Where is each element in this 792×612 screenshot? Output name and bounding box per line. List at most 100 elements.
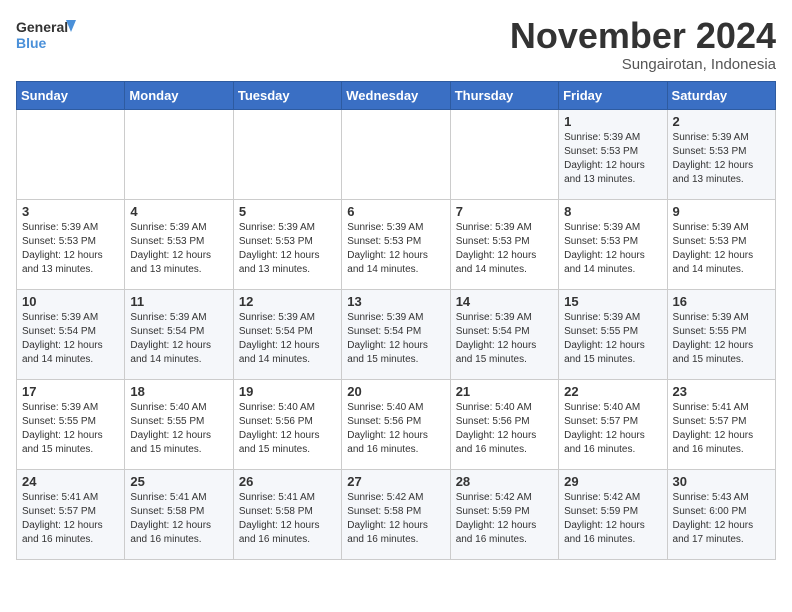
- day-info: Sunrise: 5:39 AMSunset: 5:53 PMDaylight:…: [456, 221, 553, 277]
- calendar-cell: 25 Sunrise: 5:41 AMSunset: 5:58 PMDayligh…: [125, 469, 233, 559]
- calendar-cell: 9 Sunrise: 5:39 AMSunset: 5:53 PMDaylight…: [667, 199, 775, 289]
- day-number: 3: [22, 204, 119, 219]
- day-number: 1: [564, 114, 661, 129]
- day-info: Sunrise: 5:39 AMSunset: 5:53 PMDaylight:…: [239, 221, 336, 277]
- calendar-cell: 14Sunrise: 5:39 AMSunset: 5:54 PMDayligh…: [450, 289, 558, 379]
- day-info: Sunrise: 5:39 AMSunset: 5:53 PMDaylight:…: [22, 221, 119, 277]
- calendar-cell: 26 Sunrise: 5:41 AMSunset: 5:58 PMDayligh…: [233, 469, 341, 559]
- calendar-cell: 2 Sunrise: 5:39 AMSunset: 5:53 PMDaylight…: [667, 109, 775, 199]
- day-number: 7: [456, 204, 553, 219]
- day-number: 21: [456, 384, 553, 399]
- day-number: 4: [130, 204, 227, 219]
- calendar-cell: 28 Sunrise: 5:42 AMSunset: 5:59 PMDayligh…: [450, 469, 558, 559]
- calendar-cell: 6Sunrise: 5:39 AMSunset: 5:53 PMDaylight…: [342, 199, 450, 289]
- month-title: November 2024: [510, 16, 776, 56]
- calendar-cell: 27 Sunrise: 5:42 AMSunset: 5:58 PMDayligh…: [342, 469, 450, 559]
- day-number: 23: [673, 384, 770, 399]
- calendar-cell: 13Sunrise: 5:39 AMSunset: 5:54 PMDayligh…: [342, 289, 450, 379]
- title-block: November 2024 Sungairotan, Indonesia: [510, 16, 776, 73]
- logo: General Blue: [16, 16, 76, 60]
- day-info: Sunrise: 5:39 AMSunset: 5:54 PMDaylight:…: [239, 311, 336, 367]
- calendar-cell: 18 Sunrise: 5:40 AMSunset: 5:55 PMDayligh…: [125, 379, 233, 469]
- svg-text:General: General: [16, 19, 68, 35]
- day-number: 27: [347, 474, 444, 489]
- day-number: 2: [673, 114, 770, 129]
- day-info: Sunrise: 5:42 AMSunset: 5:59 PMDaylight:…: [564, 491, 661, 547]
- day-number: 13: [347, 294, 444, 309]
- day-info: Sunrise: 5:40 AMSunset: 5:56 PMDaylight:…: [456, 401, 553, 457]
- column-header-tuesday: Tuesday: [233, 81, 341, 109]
- day-info: Sunrise: 5:41 AMSunset: 5:58 PMDaylight:…: [130, 491, 227, 547]
- day-info: Sunrise: 5:40 AMSunset: 5:56 PMDaylight:…: [239, 401, 336, 457]
- day-info: Sunrise: 5:39 AMSunset: 5:54 PMDaylight:…: [22, 311, 119, 367]
- day-number: 8: [564, 204, 661, 219]
- day-number: 10: [22, 294, 119, 309]
- day-number: 18: [130, 384, 227, 399]
- day-number: 5: [239, 204, 336, 219]
- calendar-table: SundayMondayTuesdayWednesdayThursdayFrid…: [16, 81, 776, 560]
- day-number: 30: [673, 474, 770, 489]
- calendar-cell: 11Sunrise: 5:39 AMSunset: 5:54 PMDayligh…: [125, 289, 233, 379]
- day-number: 28: [456, 474, 553, 489]
- calendar-cell: [450, 109, 558, 199]
- day-number: 9: [673, 204, 770, 219]
- calendar-cell: [17, 109, 125, 199]
- calendar-week-row: 3 Sunrise: 5:39 AMSunset: 5:53 PMDaylight…: [17, 199, 776, 289]
- day-number: 26: [239, 474, 336, 489]
- calendar-cell: 29 Sunrise: 5:42 AMSunset: 5:59 PMDayligh…: [559, 469, 667, 559]
- location-subtitle: Sungairotan, Indonesia: [510, 56, 776, 73]
- day-info: Sunrise: 5:40 AMSunset: 5:57 PMDaylight:…: [564, 401, 661, 457]
- calendar-cell: 12 Sunrise: 5:39 AMSunset: 5:54 PMDayligh…: [233, 289, 341, 379]
- calendar-cell: 17 Sunrise: 5:39 AMSunset: 5:55 PMDayligh…: [17, 379, 125, 469]
- day-info: Sunrise: 5:40 AMSunset: 5:55 PMDaylight:…: [130, 401, 227, 457]
- day-info: Sunrise: 5:41 AMSunset: 5:57 PMDaylight:…: [22, 491, 119, 547]
- calendar-cell: 16 Sunrise: 5:39 AMSunset: 5:55 PMDayligh…: [667, 289, 775, 379]
- column-header-sunday: Sunday: [17, 81, 125, 109]
- day-number: 12: [239, 294, 336, 309]
- calendar-cell: [233, 109, 341, 199]
- day-number: 16: [673, 294, 770, 309]
- calendar-cell: 4 Sunrise: 5:39 AMSunset: 5:53 PMDaylight…: [125, 199, 233, 289]
- day-number: 14: [456, 294, 553, 309]
- day-info: Sunrise: 5:39 AMSunset: 5:53 PMDaylight:…: [673, 221, 770, 277]
- day-number: 22: [564, 384, 661, 399]
- day-info: Sunrise: 5:41 AMSunset: 5:58 PMDaylight:…: [239, 491, 336, 547]
- day-number: 17: [22, 384, 119, 399]
- day-info: Sunrise: 5:39 AMSunset: 5:53 PMDaylight:…: [673, 131, 770, 187]
- day-number: 25: [130, 474, 227, 489]
- day-number: 20: [347, 384, 444, 399]
- calendar-week-row: 1 Sunrise: 5:39 AMSunset: 5:53 PMDaylight…: [17, 109, 776, 199]
- logo-icon: General Blue: [16, 16, 76, 60]
- svg-text:Blue: Blue: [16, 35, 47, 51]
- day-number: 29: [564, 474, 661, 489]
- calendar-cell: 24 Sunrise: 5:41 AMSunset: 5:57 PMDayligh…: [17, 469, 125, 559]
- calendar-cell: 19 Sunrise: 5:40 AMSunset: 5:56 PMDayligh…: [233, 379, 341, 469]
- day-info: Sunrise: 5:39 AMSunset: 5:53 PMDaylight:…: [130, 221, 227, 277]
- day-info: Sunrise: 5:42 AMSunset: 5:59 PMDaylight:…: [456, 491, 553, 547]
- column-header-saturday: Saturday: [667, 81, 775, 109]
- calendar-header-row: SundayMondayTuesdayWednesdayThursdayFrid…: [17, 81, 776, 109]
- calendar-cell: 20 Sunrise: 5:40 AMSunset: 5:56 PMDayligh…: [342, 379, 450, 469]
- day-number: 24: [22, 474, 119, 489]
- calendar-cell: 21 Sunrise: 5:40 AMSunset: 5:56 PMDayligh…: [450, 379, 558, 469]
- page-header: General Blue November 2024 Sungairotan, …: [16, 16, 776, 73]
- calendar-cell: 22 Sunrise: 5:40 AMSunset: 5:57 PMDayligh…: [559, 379, 667, 469]
- day-info: Sunrise: 5:39 AMSunset: 5:55 PMDaylight:…: [22, 401, 119, 457]
- calendar-week-row: 17 Sunrise: 5:39 AMSunset: 5:55 PMDayligh…: [17, 379, 776, 469]
- day-info: Sunrise: 5:39 AMSunset: 5:55 PMDaylight:…: [673, 311, 770, 367]
- column-header-thursday: Thursday: [450, 81, 558, 109]
- day-info: Sunrise: 5:41 AMSunset: 5:57 PMDaylight:…: [673, 401, 770, 457]
- calendar-cell: 10 Sunrise: 5:39 AMSunset: 5:54 PMDayligh…: [17, 289, 125, 379]
- calendar-cell: 7 Sunrise: 5:39 AMSunset: 5:53 PMDaylight…: [450, 199, 558, 289]
- day-info: Sunrise: 5:42 AMSunset: 5:58 PMDaylight:…: [347, 491, 444, 547]
- day-info: Sunrise: 5:40 AMSunset: 5:56 PMDaylight:…: [347, 401, 444, 457]
- day-number: 19: [239, 384, 336, 399]
- calendar-cell: 5 Sunrise: 5:39 AMSunset: 5:53 PMDaylight…: [233, 199, 341, 289]
- calendar-week-row: 10 Sunrise: 5:39 AMSunset: 5:54 PMDayligh…: [17, 289, 776, 379]
- calendar-cell: [342, 109, 450, 199]
- day-number: 11: [130, 294, 227, 309]
- column-header-friday: Friday: [559, 81, 667, 109]
- calendar-cell: 15Sunrise: 5:39 AMSunset: 5:55 PMDayligh…: [559, 289, 667, 379]
- calendar-cell: 3 Sunrise: 5:39 AMSunset: 5:53 PMDaylight…: [17, 199, 125, 289]
- calendar-cell: [125, 109, 233, 199]
